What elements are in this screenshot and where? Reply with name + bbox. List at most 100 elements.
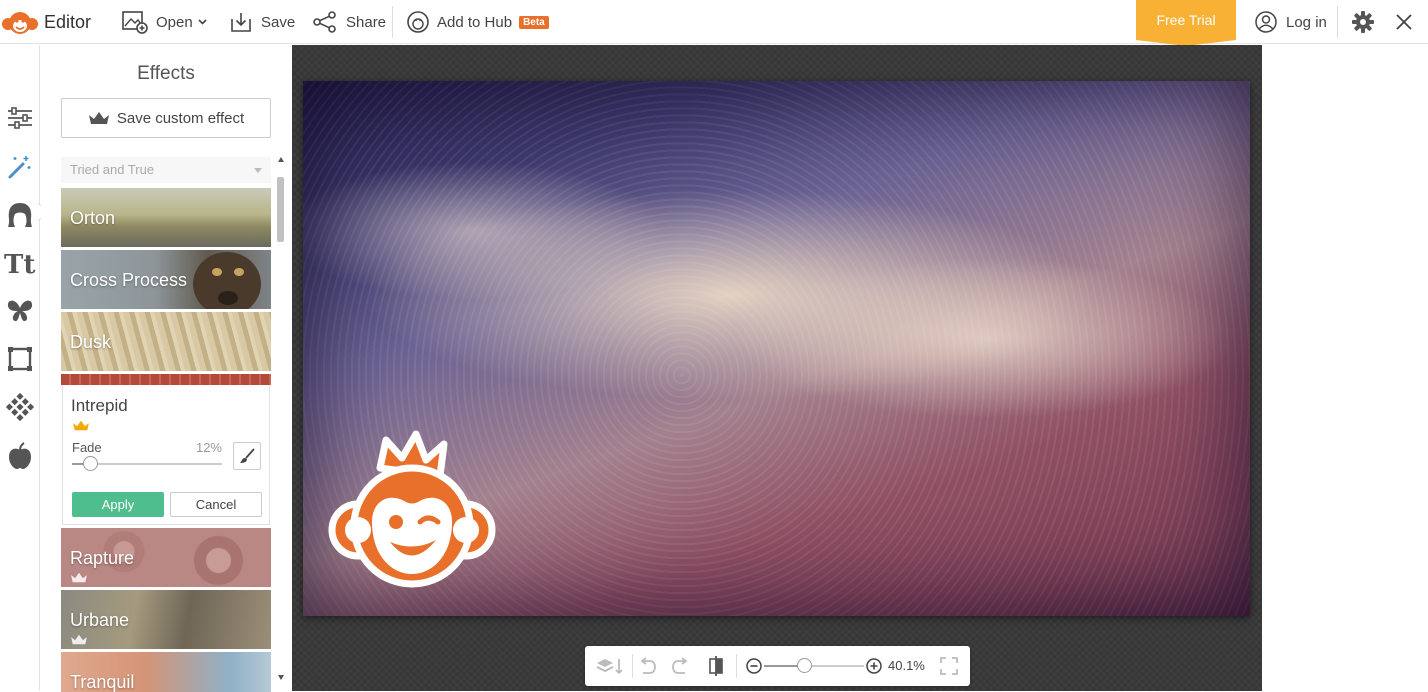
apple-icon <box>9 442 31 469</box>
close-icon <box>1396 14 1412 30</box>
chevron-down-icon <box>198 19 207 25</box>
login-button[interactable]: Log in <box>1255 0 1327 44</box>
rail-graphics[interactable] <box>0 289 40 333</box>
app-name: Editor <box>44 11 92 32</box>
close-button[interactable] <box>1395 0 1413 44</box>
paint-brush-button[interactable] <box>233 442 261 470</box>
save-label: Save <box>261 13 296 31</box>
effect-tile-rapture[interactable]: Rapture <box>61 528 271 587</box>
fullscreen-icon <box>940 657 958 675</box>
sliders-icon <box>8 107 32 129</box>
fade-slider-handle[interactable] <box>82 456 98 471</box>
login-label: Log in <box>1286 13 1327 31</box>
zoom-slider[interactable] <box>764 658 864 673</box>
rail-basic-edits[interactable] <box>0 96 40 140</box>
effect-card-intrepid: Intrepid Fade 12% Apply Cancel <box>62 385 270 525</box>
settings-button[interactable] <box>1351 0 1375 44</box>
zoom-in-icon <box>866 658 882 674</box>
save-button[interactable]: Save <box>230 0 295 44</box>
crowned-monkey-watermark-icon <box>328 430 496 588</box>
effects-panel: Effects Save custom effect Tried and Tru… <box>41 45 291 692</box>
share-label: Share <box>346 13 387 31</box>
scroll-down-arrow-icon[interactable] <box>278 675 284 680</box>
zoom-out-icon <box>746 658 762 674</box>
share-button[interactable]: Share <box>313 0 386 44</box>
zoom-value: 40.1% <box>888 658 925 673</box>
zoom-in-button[interactable] <box>863 646 885 686</box>
redo-button[interactable] <box>669 646 693 686</box>
rail-frames[interactable] <box>0 337 40 381</box>
dog-thumbnail-icon <box>193 252 261 309</box>
paintbrush-icon <box>240 448 255 463</box>
effect-tile-urbane[interactable]: Urbane <box>61 590 271 649</box>
save-custom-effect-button[interactable]: Save custom effect <box>61 98 271 138</box>
download-icon <box>231 13 251 32</box>
rail-touch-up[interactable] <box>0 193 40 237</box>
texture-icon <box>6 393 34 421</box>
free-trial-label: Free Trial <box>1156 12 1216 28</box>
fade-label: Fade <box>72 440 102 455</box>
effect-tile-cross-process[interactable]: Cross Process <box>61 250 271 309</box>
effect-label: Dusk <box>70 332 112 352</box>
undo-icon <box>640 657 656 674</box>
layers-button[interactable] <box>590 646 630 686</box>
effect-label: Cross Process <box>70 270 188 290</box>
rail-seasonal[interactable] <box>0 434 40 478</box>
tool-rail: Tt <box>0 45 48 691</box>
zoom-divider <box>736 654 737 678</box>
app-logo[interactable]: Editor <box>2 0 91 44</box>
svg-text:Tt: Tt <box>4 250 35 276</box>
hub-label: Add to Hub <box>437 13 513 31</box>
panel-title: Effects <box>137 63 195 84</box>
effect-label: Urbane <box>70 610 130 630</box>
premium-crown-icon <box>71 634 87 645</box>
text-icon: Tt <box>4 250 35 276</box>
effect-tile-orton[interactable]: Orton <box>61 188 271 247</box>
scroll-thumb[interactable] <box>277 177 284 242</box>
frame-icon <box>8 347 32 371</box>
rail-effects[interactable] <box>0 145 40 189</box>
layers-icon <box>596 659 623 675</box>
selected-effect-title: Intrepid <box>71 396 128 415</box>
fullscreen-button[interactable] <box>937 646 961 686</box>
effect-tile-tranquil[interactable]: Tranquil <box>61 652 271 692</box>
scroll-up-arrow-icon[interactable] <box>278 157 284 162</box>
rail-textures[interactable] <box>0 385 40 429</box>
zoom-out-button[interactable] <box>743 646 765 686</box>
cancel-button[interactable]: Cancel <box>170 492 262 517</box>
fade-slider[interactable] <box>72 456 222 471</box>
redo-icon <box>672 657 688 674</box>
effect-tile-dusk[interactable]: Dusk <box>61 312 271 371</box>
save-custom-label: Save custom effect <box>116 109 245 127</box>
compare-button[interactable] <box>704 646 728 686</box>
user-icon <box>1255 11 1277 33</box>
right-margin <box>1262 45 1428 691</box>
add-to-hub-button[interactable]: Add to Hub Beta <box>406 0 549 44</box>
hub-monkey-icon <box>407 11 429 33</box>
effect-category-select[interactable]: Tried and True <box>61 157 271 183</box>
share-icon <box>313 11 336 33</box>
fade-value: 12% <box>195 440 222 455</box>
rail-text[interactable]: Tt <box>0 241 40 285</box>
apply-button[interactable]: Apply <box>72 492 164 517</box>
chevron-down-icon <box>254 168 262 173</box>
free-trial-button[interactable]: Free Trial <box>1136 0 1236 46</box>
effect-thumbnail-strip <box>61 374 271 385</box>
zoom-slider-handle[interactable] <box>796 658 812 673</box>
toolbar-divider <box>392 6 393 38</box>
effects-scrollbar[interactable] <box>276 157 286 687</box>
category-label: Tried and True <box>70 162 155 177</box>
undo-button[interactable] <box>635 646 659 686</box>
zoom-divider <box>632 654 633 678</box>
effect-label: Tranquil <box>70 672 135 692</box>
premium-crown-icon <box>73 420 89 431</box>
effect-label: Rapture <box>70 548 135 568</box>
gear-icon <box>1352 11 1374 33</box>
open-button[interactable]: Open <box>122 0 207 44</box>
compare-icon <box>709 656 723 676</box>
open-image-icon <box>122 11 148 34</box>
magic-wand-icon <box>8 156 31 179</box>
butterfly-icon <box>7 300 33 322</box>
toolbar-divider <box>1337 6 1338 38</box>
zoom-toolbar: 40.1% <box>585 646 970 686</box>
